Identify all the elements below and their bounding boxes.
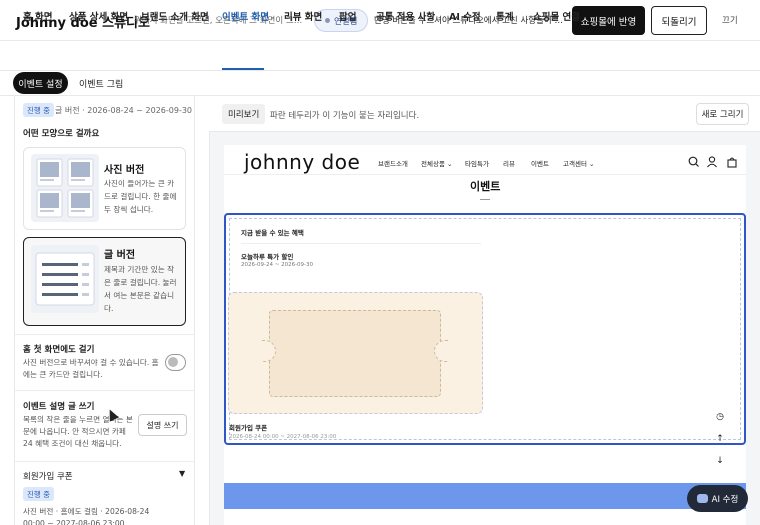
site-logo: johnny doe: [244, 150, 361, 174]
site-header-icons: [688, 155, 740, 172]
text-list-icon: [31, 245, 99, 313]
photo-version-card[interactable]: 사진 버전 사진이 들어가는 큰 카드로 걸립니다. 한 줄에 두 장씩 섭니다…: [23, 147, 186, 230]
tab-product-detail[interactable]: 상품 상세 화면: [69, 9, 128, 23]
benefit-divider: [241, 243, 481, 244]
preview-label: 미리보기: [222, 104, 266, 124]
tab-shop-connect[interactable]: 쇼핑몰 연결: [533, 9, 580, 23]
coupon-status-badge: 진행 중: [23, 487, 55, 501]
search-icon: [688, 156, 699, 167]
move-up-icon[interactable]: ↑: [710, 429, 730, 449]
tab-home[interactable]: 홈 화면: [23, 9, 53, 23]
home-toggle-title: 홈 첫 화면에도 걸기: [23, 345, 95, 355]
sale-event-dates: 2026-09-24 ~ 2026-09-30: [241, 262, 314, 268]
coupon-ticket-icon: [269, 310, 441, 397]
toggle-knob: [168, 357, 178, 367]
close-button[interactable]: 끄기: [722, 14, 738, 26]
site-nav-products[interactable]: 전체상품 ⌄: [421, 158, 452, 168]
tab-common[interactable]: 공통 적용 사항: [376, 9, 435, 23]
active-tab-indicator: [222, 68, 264, 70]
site-nav-review[interactable]: 리뷰: [503, 158, 515, 168]
site-header-divider: [224, 174, 746, 175]
divider: [14, 390, 195, 391]
title-underline: [480, 199, 490, 200]
photo-version-desc: 사진이 들어가는 큰 카드로 걸립니다. 한 줄에 두 장씩 섭니다.: [104, 179, 177, 214]
tab-brand[interactable]: 브랜드 소개 화면: [141, 9, 209, 23]
coupon-section-title[interactable]: 회원가입 쿠폰: [23, 470, 73, 482]
divider: [14, 334, 195, 335]
text-version-title: 글 버전: [104, 250, 136, 261]
tab-ai-edit[interactable]: AI 수정: [449, 9, 481, 23]
signup-coupon-title: 회원가입 쿠폰: [229, 424, 268, 432]
signup-coupon-dates: 2026-08-24 00:00 ~ 2027-08-06 23:00: [229, 434, 337, 440]
move-down-icon[interactable]: ↓: [710, 451, 730, 471]
site-nav-event[interactable]: 이벤트: [531, 158, 549, 168]
note-desc: 목록의 작은 줄을 누르면 열리는 본문에 나옵니다. 안 적으시면 카페24 …: [23, 415, 133, 448]
text-version-card[interactable]: 글 버전 제목과 기간만 있는 작은 줄로 걸립니다. 눌러서 여는 본문은 같…: [23, 237, 186, 326]
history-icon[interactable]: ◷: [710, 407, 730, 427]
tab-stats[interactable]: 통계: [496, 9, 513, 23]
write-description-button[interactable]: 설명 쓰기: [138, 414, 187, 436]
coupon-meta: 사진 버전 · 홈에도 걸림 · 2026-08-24 00:00 ~ 2027…: [23, 507, 150, 525]
home-toggle-switch[interactable]: [165, 354, 186, 371]
ai-edit-label: AI 수정: [711, 494, 739, 505]
chevron-down-icon[interactable]: ▼: [179, 469, 185, 478]
preview-hint: 파란 테두리가 이 기능이 붙는 자리입니다.: [270, 111, 420, 121]
subtab-event-drawing[interactable]: 이벤트 그림: [79, 77, 123, 90]
publish-button[interactable]: 쇼핑몰에 반영: [572, 6, 645, 35]
tab-popup[interactable]: 팝업: [339, 9, 356, 23]
revert-button[interactable]: 되돌리기: [651, 6, 707, 35]
status-badge: 진행 중: [23, 103, 55, 117]
site-nav-timesale[interactable]: 타임특가: [465, 158, 489, 168]
shape-heading: 어떤 모양으로 걸까요: [23, 129, 100, 139]
event-page-title: 이벤트: [470, 180, 501, 193]
status-line: 글 버전 · 2026-08-24 ~ 2026-09-30: [55, 106, 193, 115]
redraw-button[interactable]: 새로 그리기: [696, 103, 749, 125]
sale-event-title[interactable]: 오늘하루 특가 할인: [241, 251, 293, 261]
cart-icon: [727, 157, 737, 168]
note-title: 이벤트 설명 글 쓰기: [23, 402, 95, 412]
home-toggle-desc: 사진 버전으로 바꾸셔야 걸 수 있습니다. 홈에는 큰 카드만 걸립니다.: [23, 358, 159, 379]
tab-review[interactable]: 리뷰 화면: [284, 9, 322, 23]
ai-edit-button[interactable]: AI 수정: [687, 485, 748, 512]
photo-version-title: 사진 버전: [104, 165, 145, 176]
photo-grid-icon: [31, 154, 99, 222]
divider: [14, 461, 195, 462]
benefit-heading: 지금 받을 수 있는 혜택: [241, 229, 304, 237]
user-icon: [707, 156, 717, 168]
site-nav-support[interactable]: 고객센터 ⌄: [563, 158, 594, 168]
text-version-desc: 제목과 기간만 있는 작은 줄로 걸립니다. 눌러서 여는 본문은 같습니다.: [104, 265, 177, 313]
site-nav-brand[interactable]: 브랜드소개: [378, 158, 408, 168]
subtab-event-settings[interactable]: 이벤트 설정: [13, 72, 68, 94]
chat-bot-icon: [696, 494, 708, 503]
site-footer-strip: [224, 483, 746, 509]
status-dot-icon: [325, 18, 330, 23]
main-tabs: [0, 41, 760, 71]
tab-event[interactable]: 이벤트 화면: [222, 9, 269, 23]
